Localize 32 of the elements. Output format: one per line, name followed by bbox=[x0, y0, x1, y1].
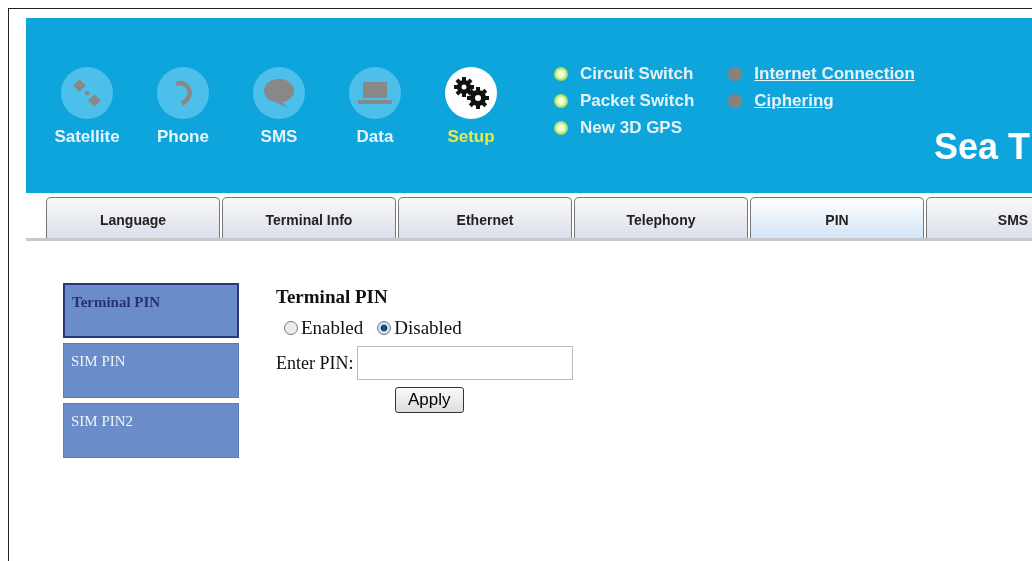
tab[interactable]: Telephony bbox=[574, 197, 748, 238]
status-link[interactable]: Ciphering bbox=[754, 90, 834, 111]
radio-button[interactable] bbox=[284, 321, 298, 335]
speech-bubble-icon bbox=[262, 77, 296, 109]
section-title: Terminal PIN bbox=[276, 286, 389, 308]
nav-label[interactable]: Data bbox=[356, 127, 394, 147]
tab[interactable]: SMS bbox=[926, 197, 1032, 238]
tab[interactable]: PIN bbox=[750, 197, 924, 238]
sidebar-item[interactable]: SIM PIN2 bbox=[63, 403, 239, 458]
status-label: Packet Switch bbox=[580, 90, 695, 111]
nav-label[interactable]: Phone bbox=[157, 127, 209, 147]
nav-label[interactable]: SMS bbox=[260, 127, 298, 147]
radio-button[interactable] bbox=[377, 321, 392, 335]
status-link[interactable]: Internet Connection bbox=[754, 63, 915, 84]
tab[interactable]: Ethernet bbox=[398, 197, 572, 238]
sidebar-item[interactable]: Terminal PIN bbox=[63, 283, 239, 338]
pin-input-field[interactable] bbox=[357, 346, 574, 380]
gears-icon bbox=[453, 76, 489, 110]
laptop-icon bbox=[357, 80, 393, 106]
tab[interactable]: Language bbox=[46, 197, 220, 238]
radio-option[interactable]: Enabled bbox=[284, 317, 364, 339]
brand-logo-text: Sea T bbox=[933, 126, 1030, 168]
status-label: New 3D GPS bbox=[580, 117, 683, 138]
pin-label: Enter PIN: bbox=[276, 352, 354, 374]
status-label: Circuit Switch bbox=[580, 63, 694, 84]
tab[interactable]: Terminal Info bbox=[222, 197, 396, 238]
nav-label[interactable]: Satellite bbox=[54, 127, 120, 147]
apply-button[interactable]: Apply bbox=[395, 387, 464, 413]
nav-icon-button[interactable] bbox=[445, 67, 497, 119]
nav-label[interactable]: Setup bbox=[447, 127, 495, 147]
radio-option[interactable]: Disabled bbox=[377, 317, 462, 339]
sidebar-item[interactable]: SIM PIN bbox=[63, 343, 239, 398]
